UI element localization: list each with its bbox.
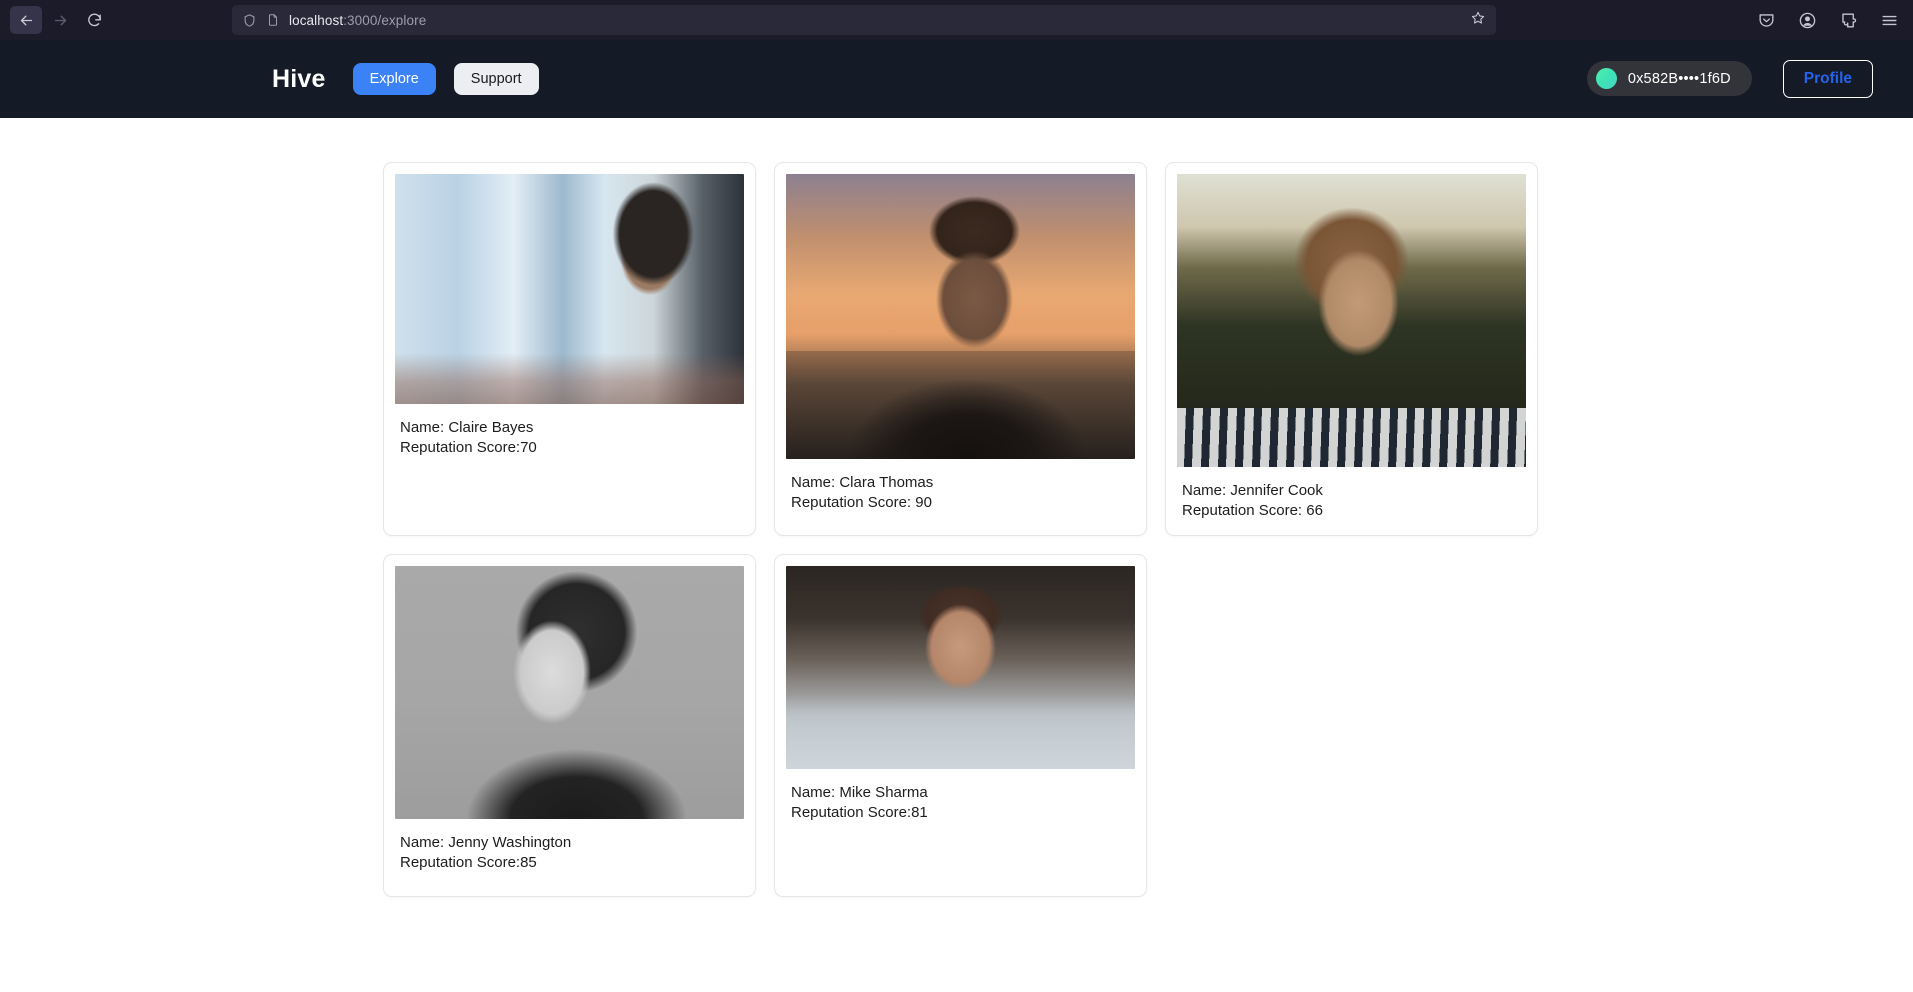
pocket-icon[interactable] [1754, 8, 1778, 32]
primary-nav: Explore Support [352, 62, 539, 96]
profile-photo [395, 174, 744, 404]
explore-page-content: Name: Claire Bayes Reputation Score:70 N… [0, 118, 1913, 992]
shield-icon[interactable] [242, 13, 257, 28]
back-button[interactable] [10, 6, 42, 34]
address-bar[interactable]: localhost:3000/explore [232, 5, 1496, 35]
profile-name: Name: Mike Sharma [791, 783, 928, 801]
profile-button[interactable]: Profile [1782, 60, 1873, 98]
profile-name: Name: Jennifer Cook [1182, 482, 1323, 499]
url-text: localhost:3000/explore [289, 13, 426, 28]
card-spacer [395, 459, 744, 535]
profile-name: Name: Jenny Washington [400, 833, 572, 851]
profile-photo [1177, 174, 1526, 467]
card-spacer [786, 514, 1135, 535]
profile-reputation-score: Reputation Score: 90 [791, 494, 932, 512]
profile-reputation-score: Reputation Score: 66 [1182, 502, 1323, 520]
forward-arrow-icon [52, 12, 69, 29]
star-icon [1470, 10, 1486, 31]
profile-card-meta: Name: Clara Thomas Reputation Score: 90 [786, 459, 1135, 514]
profile-card[interactable]: Name: Clara Thomas Reputation Score: 90 [774, 162, 1147, 536]
app-header-right: 0x582B••••1f6D Profile [1586, 60, 1873, 98]
bookmark-button[interactable] [1466, 8, 1490, 32]
profile-reputation-score: Reputation Score:70 [400, 439, 537, 457]
card-spacer [395, 874, 744, 896]
card-spacer [786, 824, 1135, 896]
browser-toolbar-right [1754, 0, 1901, 40]
profile-photo [395, 565, 744, 819]
forward-button[interactable] [44, 6, 76, 34]
card-spacer [1177, 522, 1526, 535]
profile-card[interactable]: Name: Mike Sharma Reputation Score:81 [774, 553, 1147, 897]
profile-card[interactable]: Name: Jennifer Cook Reputation Score: 66 [1165, 162, 1538, 536]
profile-card[interactable]: Name: Claire Bayes Reputation Score:70 [383, 162, 756, 536]
app-menu-icon[interactable] [1877, 8, 1901, 32]
profile-card-grid: Name: Claire Bayes Reputation Score:70 N… [383, 162, 1538, 897]
browser-toolbar: localhost:3000/explore [0, 0, 1913, 40]
page-document-icon[interactable] [266, 13, 280, 27]
profile-reputation-score: Reputation Score:81 [791, 804, 928, 822]
browser-nav-buttons [10, 6, 110, 34]
profile-photo [786, 565, 1135, 769]
back-arrow-icon [18, 12, 35, 29]
extensions-icon[interactable] [1836, 8, 1860, 32]
nav-item-support[interactable]: Support [453, 62, 539, 96]
reload-button[interactable] [78, 6, 110, 34]
profile-photo [786, 174, 1135, 459]
wallet-address-label: 0x582B••••1f6D [1627, 70, 1731, 87]
profile-card-meta: Name: Claire Bayes Reputation Score:70 [395, 404, 744, 459]
profile-card-meta: Name: Jennifer Cook Reputation Score: 66 [1177, 467, 1526, 522]
url-path: :3000/explore [343, 12, 427, 28]
app-header: Hive Explore Support 0x582B••••1f6D Prof… [0, 40, 1913, 118]
profile-reputation-score: Reputation Score:85 [400, 854, 537, 872]
profile-name: Name: Clara Thomas [791, 474, 934, 491]
nav-item-explore[interactable]: Explore [352, 62, 436, 96]
profile-card[interactable]: Name: Jenny Washington Reputation Score:… [383, 553, 756, 897]
wallet-status-dot-icon [1595, 68, 1617, 90]
profile-card-meta: Name: Mike Sharma Reputation Score:81 [786, 769, 1135, 824]
wallet-address-pill[interactable]: 0x582B••••1f6D [1586, 61, 1752, 97]
reload-icon [86, 12, 103, 29]
profile-name: Name: Claire Bayes [400, 419, 534, 436]
brand-logo[interactable]: Hive [272, 65, 326, 94]
account-icon[interactable] [1795, 8, 1819, 32]
profile-card-meta: Name: Jenny Washington Reputation Score:… [395, 819, 744, 874]
address-bar-container: localhost:3000/explore [232, 5, 1496, 35]
url-host: localhost [289, 12, 344, 28]
